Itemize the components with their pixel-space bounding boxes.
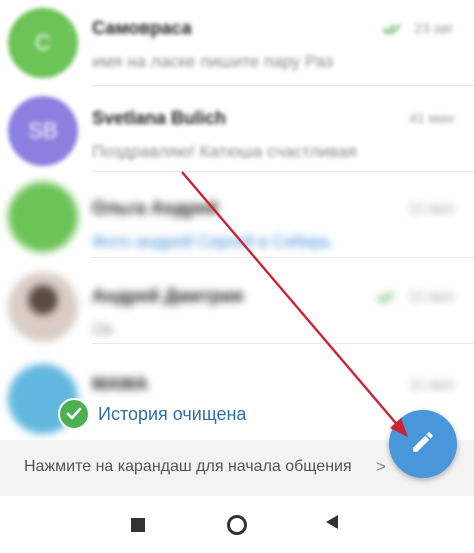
chat-preview: имя на ласке пишите пару Раз — [92, 52, 333, 71]
avatar — [8, 182, 78, 252]
chat-row[interactable]: Ольга Андрей 12 июл Фото андрей Сергей в… — [0, 172, 474, 258]
home-icon — [227, 514, 247, 535]
chat-name: Андрей Дмитрия — [92, 286, 243, 306]
chat-list: С Самовраса 23 авг имя на ласке пишите п… — [0, 0, 474, 440]
chat-row-content: Самовраса 23 авг имя на ласке пишите пар… — [92, 0, 454, 86]
avatar: С — [8, 8, 78, 78]
chat-time: 11 июл — [409, 376, 454, 392]
chat-name: МАМА — [92, 374, 148, 394]
compose-button[interactable] — [389, 410, 457, 478]
double-check-icon — [376, 288, 396, 304]
chat-preview: Ок — [92, 320, 113, 339]
chat-preview: Поздравляю! Катюша счастливая — [92, 142, 357, 161]
chat-time: 23 авг — [414, 20, 454, 36]
chat-name: Самовраса — [92, 18, 192, 38]
history-cleared-toast: История очищена — [58, 398, 247, 430]
divider — [92, 343, 474, 344]
chat-preview: Фото андрей Сергей в Сибирь — [92, 232, 332, 251]
chat-time-wrap: 23 авг — [382, 20, 454, 36]
avatar-initial: SB — [28, 118, 58, 143]
chat-row[interactable]: Андрей Дмитрия 12 июл Ок — [0, 258, 474, 344]
chat-time: 12 июл — [408, 200, 454, 216]
chat-row[interactable]: SB Svetlana Bulich 41 мин Поздравляю! Ка… — [0, 86, 474, 172]
back-icon — [324, 514, 340, 535]
home-button[interactable] — [207, 496, 267, 553]
back-button[interactable] — [302, 496, 362, 553]
avatar-initial: С — [35, 30, 51, 55]
system-navigation-bar — [0, 496, 474, 553]
avatar — [8, 272, 78, 342]
toast-text: История очищена — [98, 403, 247, 424]
chat-time-wrap: 12 июл — [376, 288, 454, 304]
chat-time: 41 мин — [409, 110, 454, 126]
chat-name: Ольга Андрей — [92, 198, 219, 218]
pencil-icon — [410, 429, 436, 460]
avatar: SB — [8, 96, 78, 166]
check-circle-icon — [58, 398, 90, 430]
recent-apps-icon — [131, 517, 145, 532]
chat-name: Svetlana Bulich — [92, 108, 227, 128]
chevron-right-icon: > — [376, 457, 386, 476]
chat-row-content: Андрей Дмитрия 12 июл Ок — [92, 268, 454, 354]
hint-text: Нажмите на карандаш для начала общения — [24, 458, 352, 475]
chat-time: 12 июл — [408, 288, 454, 304]
double-check-icon — [382, 20, 402, 36]
recent-apps-button[interactable] — [108, 496, 168, 553]
chat-row-content: Svetlana Bulich 41 мин Поздравляю! Катюш… — [92, 90, 454, 176]
chat-row[interactable]: С Самовраса 23 авг имя на ласке пишите п… — [0, 0, 474, 86]
chat-row-content: Ольга Андрей 12 июл Фото андрей Сергей в… — [92, 180, 454, 266]
